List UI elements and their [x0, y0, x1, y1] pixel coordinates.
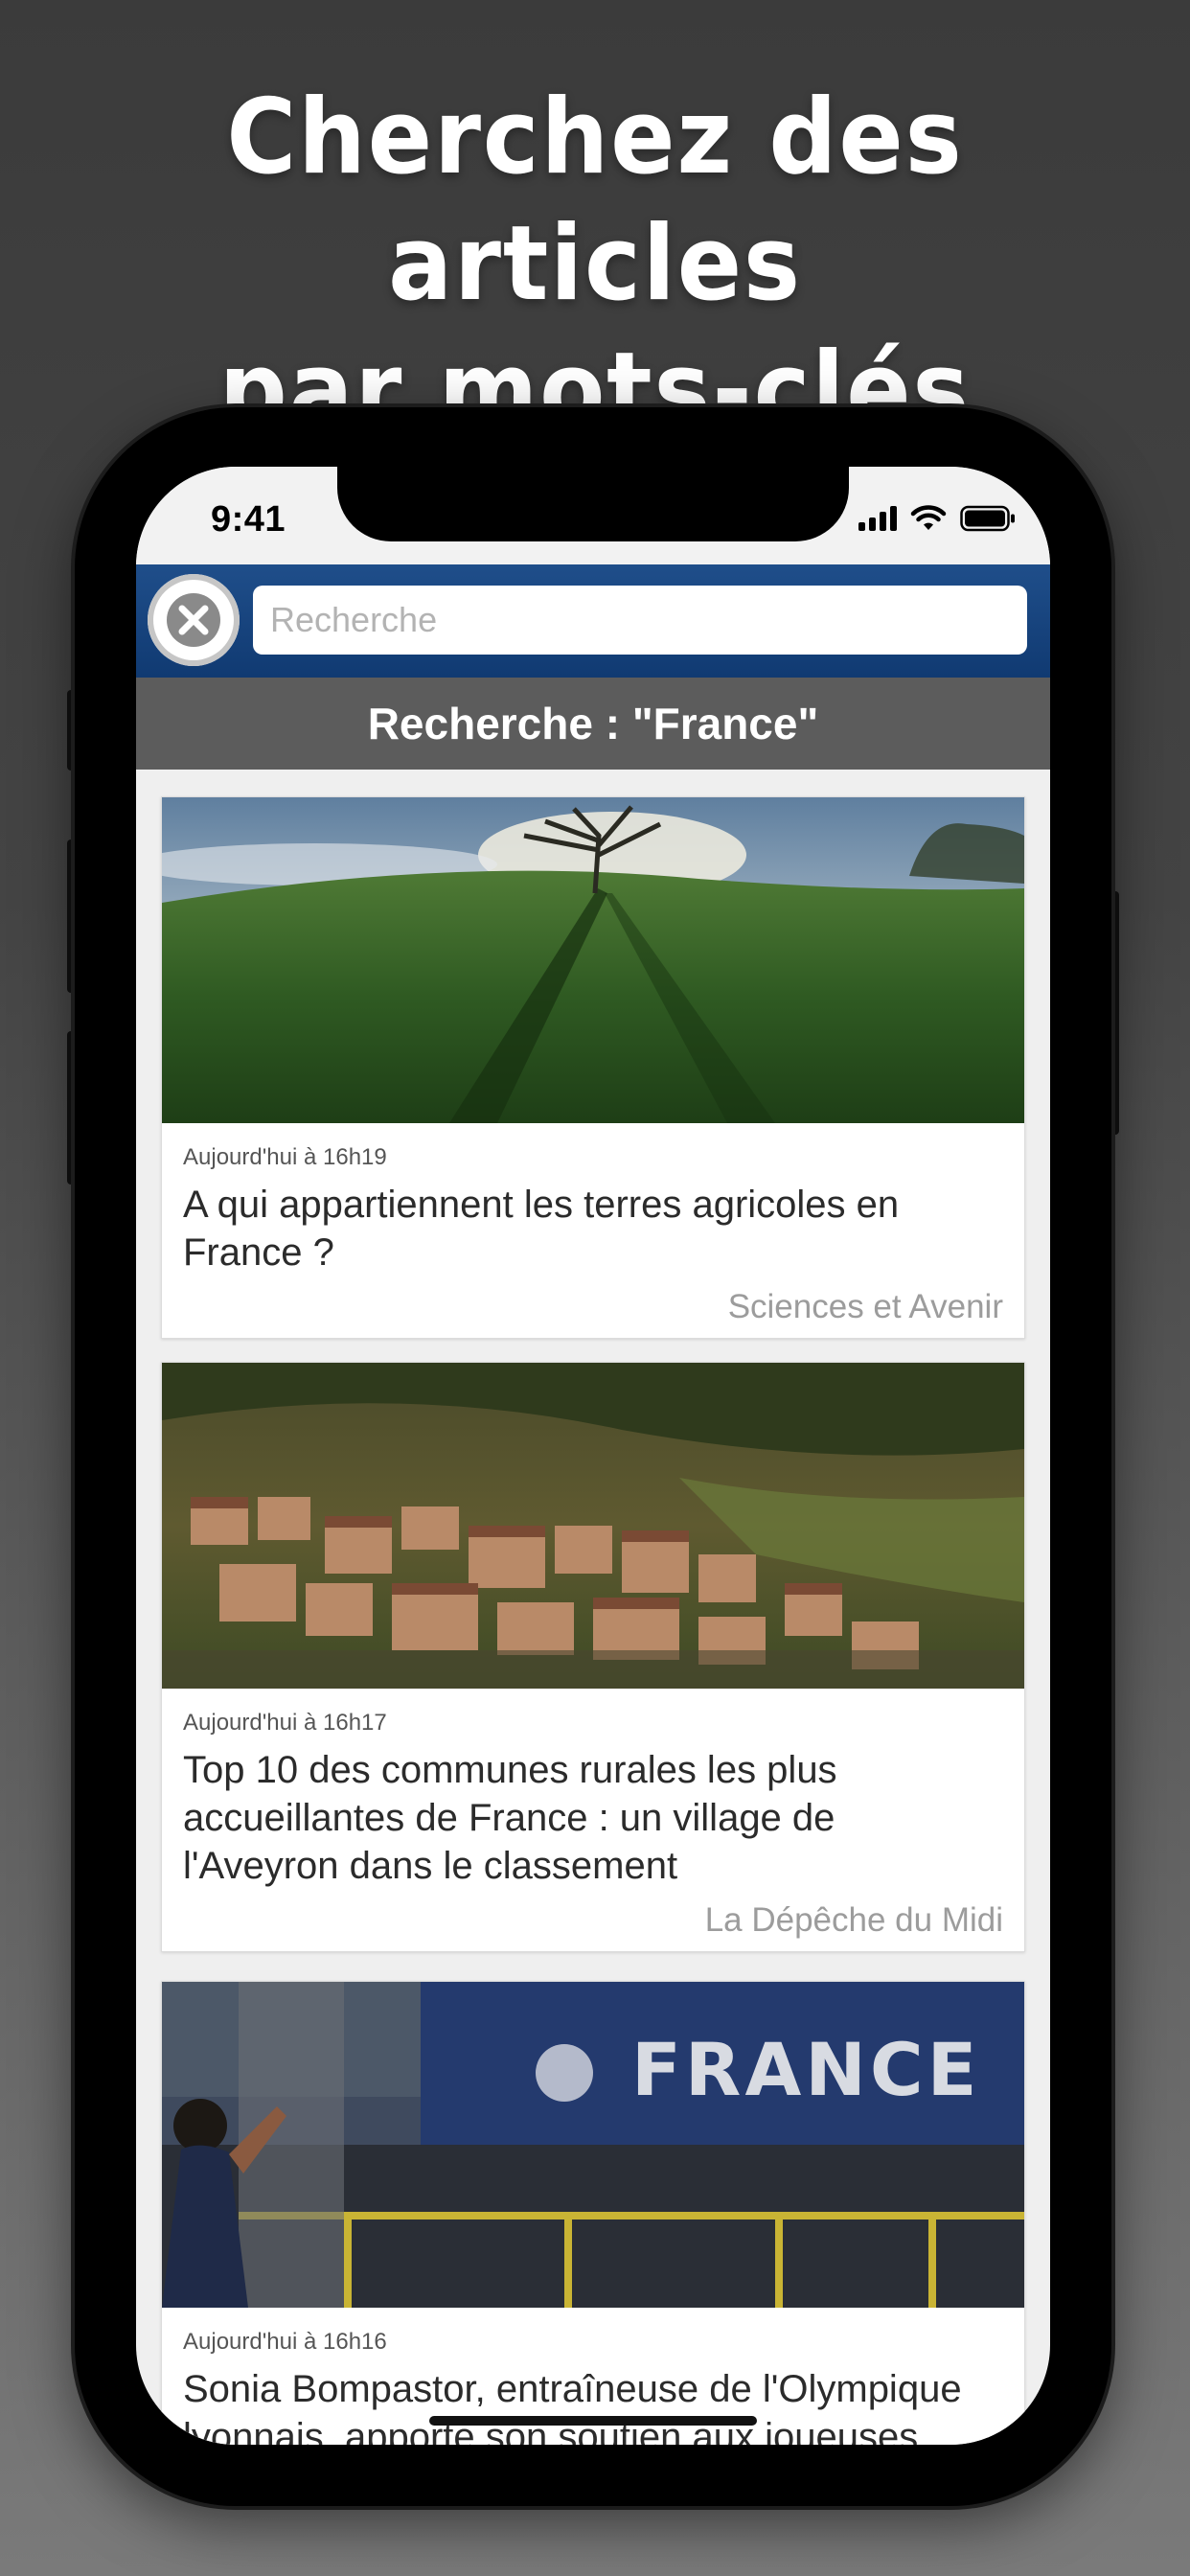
article-title[interactable]: A qui appartiennent les terres agricoles…	[183, 1181, 969, 1276]
article-card[interactable]: Aujourd'hui à 16h17 Top 10 des communes …	[161, 1362, 1025, 1952]
signal-icon	[858, 506, 897, 531]
close-search-button[interactable]	[148, 574, 240, 666]
notch	[337, 467, 849, 541]
promo-headline-line-1: Cherchez des articles	[226, 78, 964, 324]
article-title[interactable]: Top 10 des communes rurales les plus acc…	[183, 1746, 969, 1890]
status-icons	[858, 503, 1016, 534]
search-bar	[136, 564, 1050, 678]
phone-screen: 9:41 Recherche Recherche: "France" Aujo…	[136, 467, 1050, 2445]
article-source: La Dépêche du Midi	[704, 1901, 1003, 1939]
article-date: Aujourd'hui à 16h16	[183, 2329, 387, 2355]
home-indicator[interactable]	[429, 2416, 757, 2426]
article-image	[162, 797, 1024, 1123]
close-icon	[167, 593, 220, 647]
search-input[interactable]	[253, 586, 1027, 655]
status-time: 9:41	[211, 499, 286, 540]
article-image	[162, 1363, 1024, 1689]
article-date: Aujourd'hui à 16h17	[183, 1710, 387, 1736]
article-image: FRANCE	[162, 1982, 1024, 2308]
results-header: Recherche : "France"	[136, 678, 1050, 770]
article-source: Sciences et Avenir	[727, 1288, 1003, 1325]
wifi-icon	[910, 505, 947, 530]
battery-icon	[960, 505, 1015, 532]
promo-headline: Cherchez des articles par mots-clés	[48, 75, 1143, 454]
article-list[interactable]: Aujourd'hui à 16h19 A qui appartiennent …	[136, 770, 1050, 2445]
article-title[interactable]: Sonia Bompastor, entraîneuse de l'Olympi…	[183, 2365, 969, 2445]
status-bar: 9:41	[136, 467, 1050, 564]
article-card[interactable]: Aujourd'hui à 16h19 A qui appartiennent …	[161, 796, 1025, 1339]
article-card[interactable]: FRANCE Aujourd'hui à 16h16 Sonia Bompast…	[161, 1981, 1025, 2445]
image-banner-text: FRANCE	[631, 2027, 981, 2112]
article-date: Aujourd'hui à 16h19	[183, 1144, 387, 1170]
